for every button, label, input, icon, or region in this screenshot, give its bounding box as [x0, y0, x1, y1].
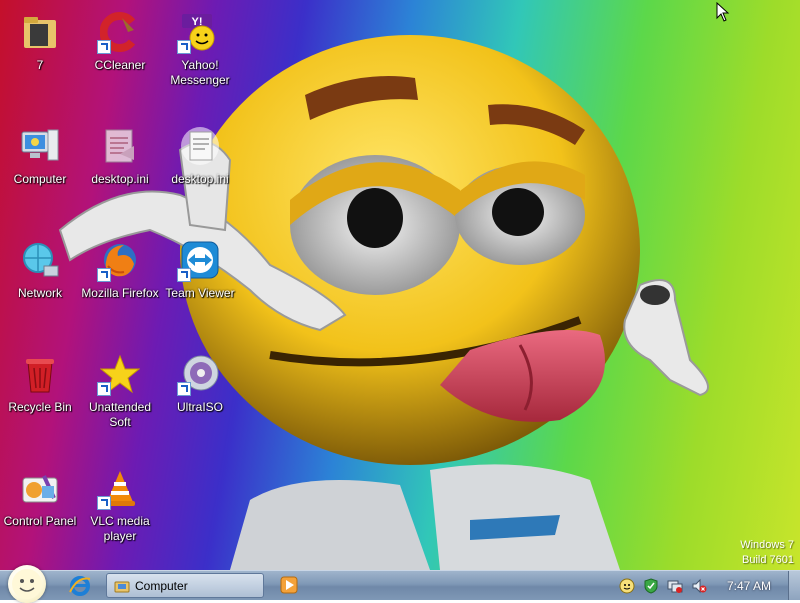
desktop-icon-label: Team Viewer — [165, 286, 235, 300]
desktop-icon-label: UltraISO — [176, 400, 223, 414]
desktop-icon-yahoo-messenger[interactable]: Y! Yahoo! Messenger — [161, 8, 239, 108]
desktop-icon-label: VLC media player — [90, 514, 150, 543]
desktop-icon-label: Yahoo! Messenger — [170, 58, 230, 87]
desktop-icon-label: Mozilla Firefox — [81, 286, 159, 300]
desktop-icon-ultraiso[interactable]: UltraISO — [161, 350, 239, 450]
desktop-icon-teamviewer[interactable]: Team Viewer — [161, 236, 239, 336]
taskbar-window-label: Computer — [135, 579, 188, 593]
watermark-line-1: Windows 7 — [740, 539, 794, 551]
desktop-icon-firefox[interactable]: Mozilla Firefox — [81, 236, 159, 336]
windows-build-watermark: Windows 7 Build 7601 — [740, 538, 794, 568]
computer-icon — [20, 126, 60, 166]
firefox-icon — [97, 240, 140, 282]
system-clock[interactable]: 7:47 AM — [712, 579, 786, 593]
start-button[interactable] — [8, 565, 46, 603]
ccleaner-icon — [97, 12, 140, 54]
shortcut-arrow-icon — [97, 382, 111, 396]
watermark-line-2: Build 7601 — [742, 554, 794, 566]
desktop-icon-label: Computer — [13, 172, 67, 186]
desktop-icon-control-panel[interactable]: Control Panel — [1, 464, 79, 564]
pinned-internet-explorer[interactable] — [68, 574, 92, 598]
desktop-icon-label: desktop.ini — [171, 172, 229, 186]
network-tray-icon[interactable] — [667, 578, 683, 594]
shortcut-arrow-icon — [177, 40, 191, 54]
internet-explorer-icon — [69, 576, 91, 596]
desktop-icon-label: Recycle Bin — [8, 400, 72, 414]
desktop-icon-computer[interactable]: Computer — [1, 122, 79, 222]
shortcut-arrow-icon — [97, 40, 111, 54]
shortcut-arrow-icon — [177, 382, 191, 396]
desktop-icon-label: CCleaner — [94, 58, 146, 72]
computer-folder-icon — [114, 581, 130, 593]
desktop-icon-unattended-soft[interactable]: Unattended Soft — [81, 350, 159, 450]
ultraiso-icon — [177, 354, 220, 396]
desktop-icon-label: Unattended Soft — [88, 400, 152, 429]
taskbar: Computer 7:47 AM — [0, 565, 800, 603]
shortcut-arrow-icon — [97, 496, 111, 510]
shortcut-arrow-icon — [97, 268, 111, 282]
taskbar-window-computer[interactable]: Computer — [106, 573, 264, 598]
desktop[interactable]: 7 Computer Network Recycle Bin Control P… — [0, 0, 800, 570]
network-icon — [20, 240, 60, 280]
ini-file-icon — [100, 126, 140, 166]
desktop-icon-network[interactable]: Network — [1, 236, 79, 336]
folder-icon — [20, 12, 60, 52]
desktop-icon-desktop-ini-1[interactable]: desktop.ini — [81, 122, 159, 222]
smiley-start-orb-icon — [12, 569, 42, 599]
desktop-icon-desktop-ini-2[interactable]: desktop.ini — [161, 122, 239, 222]
shortcut-arrow-icon — [177, 268, 191, 282]
desktop-icon-label: 7 — [36, 58, 44, 72]
ini-file-icon — [180, 126, 220, 166]
media-player-icon — [280, 576, 298, 594]
recycle-bin-icon — [20, 354, 60, 394]
desktop-icon-label: desktop.ini — [91, 172, 149, 186]
volume-muted-icon[interactable] — [691, 578, 707, 594]
desktop-icon-recycle-bin[interactable]: Recycle Bin — [1, 350, 79, 450]
star-icon — [97, 354, 140, 396]
security-shield-icon[interactable] — [643, 578, 659, 594]
desktop-icon-7[interactable]: 7 — [1, 8, 79, 108]
show-desktop-button[interactable] — [788, 571, 800, 600]
yahoo-messenger-icon: Y! — [177, 12, 220, 54]
desktop-icon-label: Control Panel — [3, 514, 77, 528]
pinned-media-player[interactable] — [279, 575, 299, 595]
desktop-icon-ccleaner[interactable]: CCleaner — [81, 8, 159, 108]
yahoo-tray-icon[interactable] — [619, 578, 635, 594]
mouse-cursor-icon — [716, 2, 730, 22]
vlc-icon — [97, 468, 140, 510]
desktop-icon-label: Network — [17, 286, 62, 300]
desktop-icon-vlc[interactable]: VLC media player — [81, 464, 159, 564]
teamviewer-icon — [177, 240, 220, 282]
control-panel-icon — [20, 468, 60, 508]
